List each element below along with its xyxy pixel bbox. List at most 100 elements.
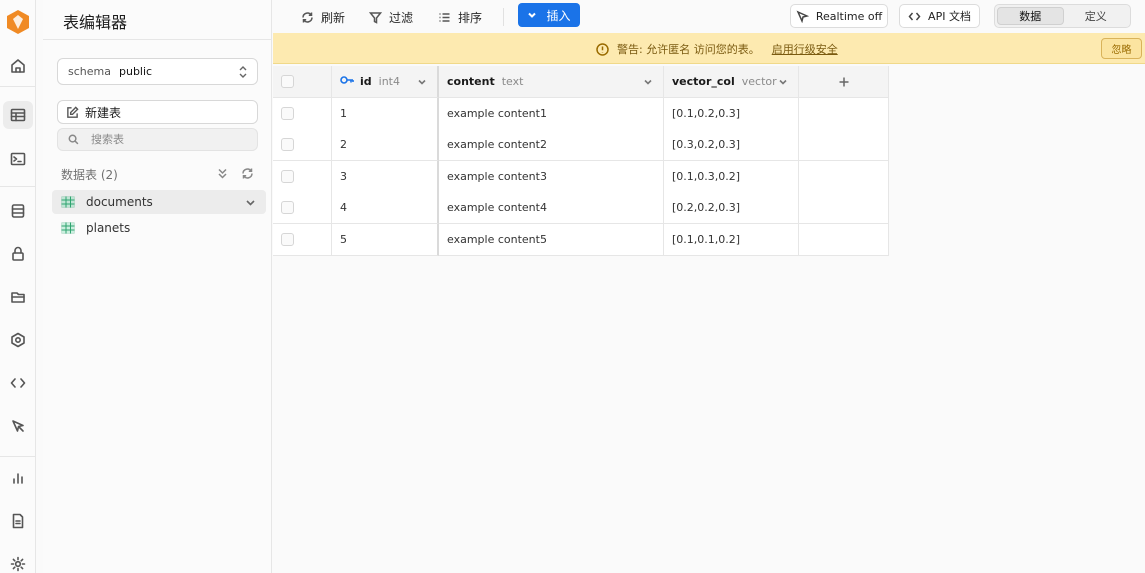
filter-button[interactable]: 过滤 <box>369 7 413 27</box>
refresh-icon <box>302 11 313 23</box>
table-editor-panel: 表编辑器 schema public 新建表 数据表 (2) documents <box>43 0 272 573</box>
table-item-documents[interactable]: documents <box>52 190 266 214</box>
logo-icon[interactable] <box>6 9 30 35</box>
refresh-icon[interactable] <box>241 167 254 180</box>
tab-definition[interactable]: 定义 <box>1064 7 1129 25</box>
row-checkbox[interactable] <box>281 201 294 214</box>
table-row[interactable]: 2 example content2 [0.3,0.2,0.3] <box>273 129 889 161</box>
insert-label: 插入 <box>546 8 571 23</box>
table-item-label: documents <box>86 195 153 209</box>
sort-icon <box>439 12 450 22</box>
select-all-cell <box>273 66 332 98</box>
api-docs-label: API 文档 <box>928 10 971 23</box>
column-header-id[interactable]: id int4 <box>332 66 439 98</box>
table-icon <box>61 196 75 208</box>
edge-functions-icon[interactable] <box>8 330 28 350</box>
sort-button[interactable]: 排序 <box>438 7 482 27</box>
toolbar: 刷新 过滤 排序 插入 Realtime off API 文档 数据 定义 <box>273 0 1145 33</box>
row-checkbox[interactable] <box>281 170 294 183</box>
row-checkbox[interactable] <box>281 233 294 246</box>
api-icon[interactable] <box>8 373 28 393</box>
storage-icon[interactable] <box>8 287 28 307</box>
tab-data[interactable]: 数据 <box>997 7 1064 25</box>
chevron-down-icon[interactable] <box>778 77 788 90</box>
api-docs-button[interactable]: API 文档 <box>899 4 980 28</box>
table-row[interactable]: 5 example content5 [0.1,0.1,0.2] <box>273 224 889 256</box>
new-table-button[interactable]: 新建表 <box>57 100 258 124</box>
new-table-label: 新建表 <box>85 105 122 120</box>
column-name: vector_col <box>672 75 735 88</box>
table-search <box>57 128 258 151</box>
panel-title: 表编辑器 <box>63 13 128 32</box>
cell-id[interactable]: 1 <box>332 98 439 130</box>
schema-select[interactable]: schema public <box>57 58 258 85</box>
cell-id[interactable]: 3 <box>332 161 439 193</box>
table-row[interactable]: 4 example content4 [0.2,0.2,0.3] <box>273 192 889 224</box>
realtime-icon[interactable] <box>8 416 28 436</box>
cell-id[interactable]: 4 <box>332 192 439 224</box>
table-row[interactable]: 3 example content3 [0.1,0.3,0.2] <box>273 161 889 193</box>
cell-vector-col[interactable]: [0.2,0.2,0.3] <box>664 192 799 224</box>
view-toggle: 数据 定义 <box>994 4 1131 28</box>
add-column-button[interactable] <box>799 66 889 98</box>
table-row[interactable]: 1 example content1 [0.1,0.2,0.3] <box>273 98 889 130</box>
cell-content[interactable]: example content1 <box>439 98 664 130</box>
realtime-button[interactable]: Realtime off <box>790 4 888 28</box>
primary-key-icon <box>340 75 360 88</box>
schema-label: schema <box>68 65 111 78</box>
cell-vector-col[interactable]: [0.1,0.1,0.2] <box>664 224 799 256</box>
settings-icon[interactable] <box>8 554 28 573</box>
cell-id[interactable]: 2 <box>332 129 439 161</box>
realtime-label: Realtime off <box>815 9 883 23</box>
chevron-down-icon[interactable] <box>245 197 256 211</box>
search-input[interactable] <box>91 133 241 146</box>
cell-content[interactable]: example content4 <box>439 192 664 224</box>
plus-icon <box>839 77 848 86</box>
table-editor-icon[interactable] <box>3 101 33 129</box>
enable-rls-link[interactable]: 启用行级安全 <box>772 41 838 57</box>
insert-button[interactable]: 插入 <box>518 3 580 27</box>
collapse-all-icon[interactable] <box>216 167 229 180</box>
refresh-button[interactable]: 刷新 <box>301 7 345 27</box>
column-header-vector-col[interactable]: vector_col vector <box>664 66 799 98</box>
warning-message: 警告: 允许匿名 访问您的表。 <box>617 43 760 56</box>
table-item-planets[interactable]: planets <box>52 216 266 240</box>
cell-vector-col[interactable]: [0.1,0.2,0.3] <box>664 98 799 130</box>
logs-icon[interactable] <box>8 511 28 531</box>
cell-content[interactable]: example content3 <box>439 161 664 193</box>
edit-icon <box>67 105 79 118</box>
cell-content[interactable]: example content2 <box>439 129 664 161</box>
sort-label: 排序 <box>458 10 483 25</box>
column-type: vector <box>741 75 777 88</box>
auth-icon[interactable] <box>8 244 28 264</box>
select-all-checkbox[interactable] <box>281 75 294 88</box>
home-icon[interactable] <box>8 56 28 76</box>
chevron-down-icon[interactable] <box>643 77 653 90</box>
reports-icon[interactable] <box>8 468 28 488</box>
sql-editor-icon[interactable] <box>8 149 28 169</box>
icon-rail <box>0 0 36 573</box>
column-name: content <box>447 75 495 88</box>
refresh-label: 刷新 <box>321 10 346 25</box>
chevron-down-icon[interactable] <box>417 77 427 90</box>
rls-warning-banner: 警告: 允许匿名 访问您的表。 启用行级安全 忽略 <box>273 33 1145 64</box>
chevron-down-icon <box>528 12 537 18</box>
row-checkbox[interactable] <box>281 107 294 120</box>
table-item-label: planets <box>86 221 131 235</box>
column-header-content[interactable]: content text <box>439 66 664 98</box>
ignore-button[interactable]: 忽略 <box>1101 38 1142 59</box>
database-icon[interactable] <box>8 201 28 221</box>
row-checkbox[interactable] <box>281 138 294 151</box>
code-icon <box>908 12 921 20</box>
filter-icon <box>369 11 382 24</box>
cell-vector-col[interactable]: [0.3,0.2,0.3] <box>664 129 799 161</box>
column-type: text <box>501 75 524 88</box>
cell-content[interactable]: example content5 <box>439 224 664 256</box>
search-icon <box>68 134 79 145</box>
cell-id[interactable]: 5 <box>332 224 439 256</box>
table-icon <box>61 222 75 234</box>
cell-vector-col[interactable]: [0.1,0.3,0.2] <box>664 161 799 193</box>
column-name: id <box>360 75 372 88</box>
schema-value: public <box>118 65 153 78</box>
grid-header: id int4 content text vector_col vector <box>273 66 889 98</box>
